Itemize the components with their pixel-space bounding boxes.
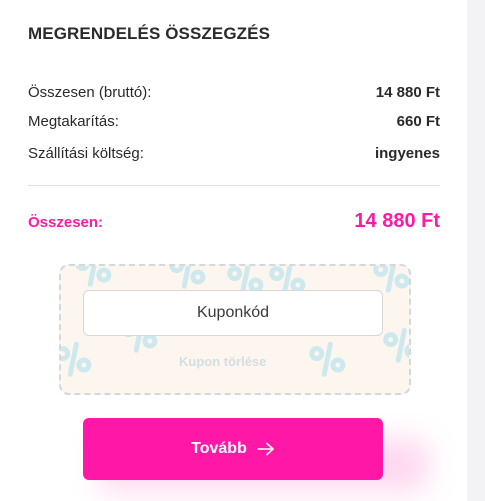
coupon-code-input[interactable] (83, 290, 383, 336)
summary-row-value: 14 880 Ft (375, 84, 440, 101)
summary-row-value: ingyenes (374, 145, 440, 162)
summary-divider (28, 185, 440, 186)
grand-total-row: Összesen: 14 880 Ft (28, 210, 440, 233)
order-summary-title: MEGRENDELÉS ÖSSZEGZÉS (28, 24, 271, 43)
summary-row-label: Szállítási költség: (28, 145, 144, 162)
next-button[interactable]: Tovább (83, 418, 383, 480)
remove-coupon-link[interactable]: Kupon törlése (179, 354, 266, 369)
grand-total-label: Összesen: (28, 214, 104, 231)
summary-row-value: 660 Ft (396, 113, 440, 130)
summary-row-gross: Összesen (bruttó): 14 880 Ft (28, 84, 440, 101)
side-panel-edge (467, 0, 485, 501)
summary-row-savings: Megtakarítás: 660 Ft (28, 113, 440, 130)
summary-row-label: Összesen (bruttó): (28, 84, 152, 101)
summary-row-label: Megtakarítás: (28, 113, 119, 130)
summary-row-shipping: Szállítási költség: ingyenes (28, 145, 440, 162)
coupon-box: Kupon törlése (59, 264, 411, 395)
grand-total-value: 14 880 Ft (354, 210, 440, 232)
arrow-right-icon (257, 442, 275, 456)
next-button-label: Tovább (191, 440, 247, 457)
